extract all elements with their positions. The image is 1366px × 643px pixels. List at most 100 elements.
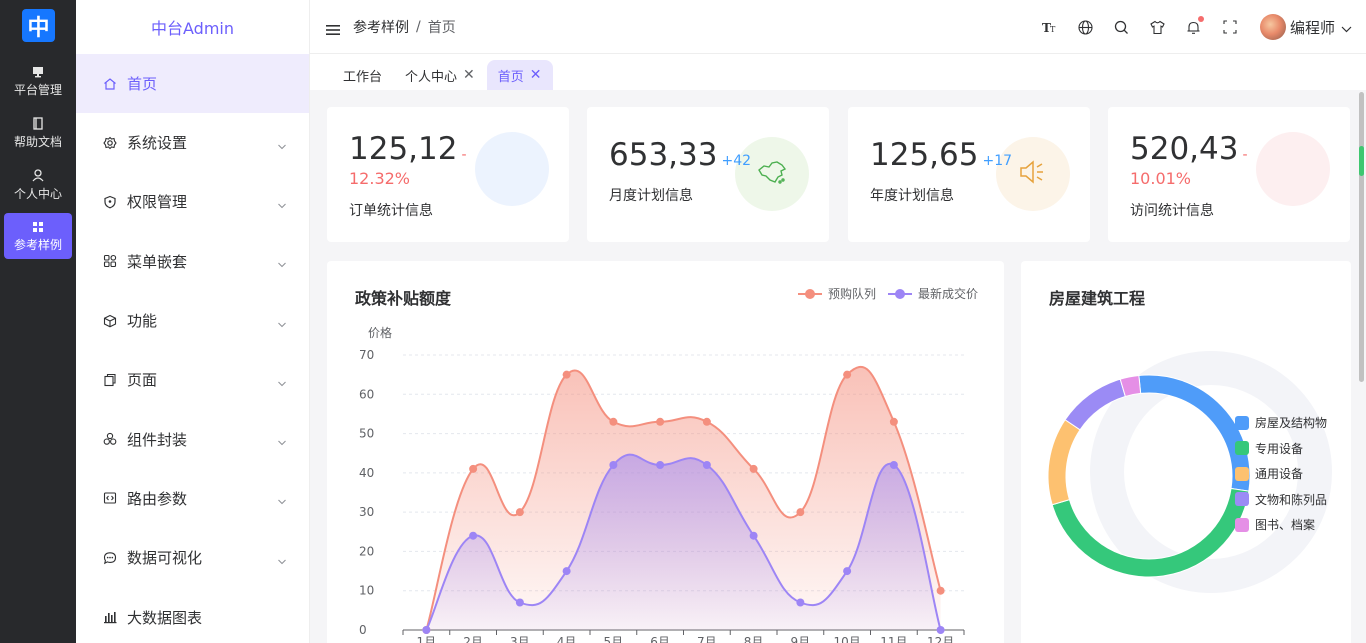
font-size-icon[interactable]: TT [1042, 19, 1058, 35]
chevron-down-icon [277, 316, 287, 327]
china-map-icon [755, 158, 789, 190]
close-icon[interactable]: ✕ [530, 67, 542, 83]
chevron-down-icon [277, 375, 287, 387]
bell-icon[interactable] [1186, 16, 1204, 35]
data-point [469, 531, 478, 540]
y-tick-label: 20 [359, 544, 374, 558]
data-point [889, 461, 898, 469]
stat-delta: +42 [721, 153, 752, 169]
rail-item-profile[interactable]: 个人中心 [4, 162, 72, 208]
shirt-icon[interactable] [1150, 19, 1166, 35]
stat-percent: 12.32% [349, 169, 411, 188]
legend-label: 专用设备 [1255, 441, 1304, 456]
data-point [702, 417, 711, 426]
rail-item-docs[interactable]: 帮助文档 [4, 110, 72, 156]
app-logo[interactable]: 中 [22, 9, 55, 42]
document-icon [31, 117, 45, 131]
x-tick-label: 11月 [880, 635, 907, 643]
rail-item-label: 参考样例 [13, 237, 62, 252]
menu-title: 中台Admin [151, 19, 234, 38]
menu-item[interactable]: 权限管理 [76, 172, 309, 231]
menu-item[interactable]: 路由参数 [76, 469, 309, 528]
legend-label: 文物和陈列品 [1255, 492, 1328, 507]
tab-bar: 工作台 个人中心 ✕ 首页 ✕ [310, 54, 1366, 90]
stat-value-number: 520,43 [1130, 131, 1239, 167]
scrollbar-accent [1359, 146, 1364, 176]
stat-icon-circle [475, 132, 549, 206]
menu-item-label: 大数据图表 [127, 608, 203, 627]
x-tick-label: 10月 [833, 635, 860, 643]
chevron-down-icon [277, 256, 287, 268]
menu-item-label: 权限管理 [127, 193, 188, 212]
menu-item[interactable]: 菜单嵌套 [76, 232, 309, 291]
data-point [749, 464, 758, 473]
data-point [936, 586, 945, 595]
scrollbar-thumb[interactable] [1359, 92, 1364, 382]
menu-item[interactable]: 功能 [76, 291, 309, 350]
menu-item[interactable]: 组件封装 [76, 409, 309, 468]
tab-workbench[interactable]: 工作台 [332, 60, 393, 90]
breadcrumb-item[interactable]: 参考样例 [353, 17, 409, 37]
legend-item[interactable]: 文物和陈列品 [1235, 487, 1327, 513]
tab-label: 首页 [497, 69, 524, 85]
side-menu: 中台Admin 首页系统设置权限管理菜单嵌套 功能 页面组件封装路由参数 数据可视化大… [76, 0, 310, 643]
chevron-down-icon [277, 197, 287, 209]
breadcrumb-current: 首页 [427, 19, 456, 36]
stat-percent: 10.01% [1130, 169, 1192, 188]
chevron-down-icon [277, 493, 287, 505]
bar-chart-icon [103, 610, 117, 624]
x-tick-label: 7月 [697, 635, 717, 643]
menu-item[interactable]: 系统设置 [76, 113, 309, 172]
shield-icon [103, 195, 117, 209]
y-tick-label: 70 [359, 348, 374, 362]
data-point [562, 567, 571, 576]
legend-item[interactable]: 图书、档案 [1235, 512, 1327, 538]
menu-item[interactable]: 页面 [76, 350, 309, 409]
stat-icon-circle [1256, 132, 1330, 206]
menu-item[interactable]: 数据可视化 [76, 528, 309, 587]
menu-item-label: 组件封装 [127, 430, 188, 449]
avatar [1259, 14, 1286, 40]
donut-slice [1138, 374, 1251, 492]
menu-item[interactable]: 首页 [76, 54, 309, 113]
user-menu[interactable]: 编程师 [1259, 14, 1352, 40]
speaker-icon [1018, 158, 1048, 190]
menu-item-label: 系统设置 [127, 134, 188, 153]
menu-list: 首页系统设置权限管理菜单嵌套 功能 页面组件封装路由参数 数据可视化大数据图表 [76, 54, 309, 643]
tab-home[interactable]: 首页 ✕ [486, 60, 553, 90]
rail-item-label: 个人中心 [13, 186, 62, 201]
tab-profile[interactable]: 个人中心 ✕ [394, 60, 486, 90]
y-tick-label: 30 [359, 505, 374, 519]
stat-card-orders: 125,12- 12.32% 订单统计信息 [327, 107, 569, 242]
menu-toggle-icon[interactable] [326, 21, 340, 35]
x-tick-label: 2月 [463, 635, 483, 643]
data-point [889, 417, 898, 426]
globe-icon[interactable] [1078, 19, 1094, 35]
rail-item-examples[interactable]: 参考样例 [4, 213, 72, 259]
legend-item[interactable]: 专用设备 [1235, 436, 1327, 462]
legend-item[interactable]: 房屋及结构物 [1235, 410, 1327, 436]
data-point [515, 598, 524, 607]
close-icon[interactable]: ✕ [463, 67, 475, 83]
data-point [609, 461, 618, 469]
apps-icon [103, 254, 117, 268]
fullscreen-icon[interactable] [1222, 19, 1238, 35]
legend-swatch [1235, 492, 1249, 507]
y-tick-label: 10 [359, 584, 374, 598]
data-point [843, 567, 852, 576]
search-icon[interactable] [1114, 19, 1130, 35]
home-icon [103, 77, 117, 91]
stat-card-monthly: 653,33 +42 月度计划信息 [587, 107, 829, 242]
stat-value-number: 125,65 [870, 137, 979, 173]
legend-label: 通用设备 [1255, 467, 1304, 482]
legend-label: 房屋及结构物 [1255, 416, 1328, 431]
stat-label: 访问统计信息 [1130, 203, 1214, 219]
menu-item[interactable]: 大数据图表 [76, 587, 309, 643]
breadcrumb-separator: / [416, 18, 421, 35]
monitor-icon [31, 65, 45, 79]
rail-item-platform[interactable]: 平台管理 [4, 58, 72, 104]
data-point [656, 461, 665, 469]
legend-item[interactable]: 通用设备 [1235, 461, 1327, 487]
content-scrollbar[interactable] [1358, 90, 1366, 643]
data-point [796, 598, 805, 607]
